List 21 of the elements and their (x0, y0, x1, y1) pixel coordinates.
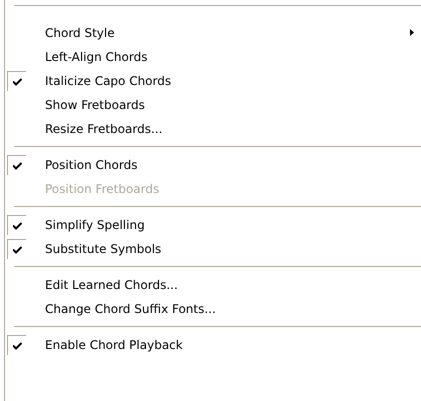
checkmark-icon (12, 246, 22, 254)
menu-item[interactable]: Simplify Spelling (45, 218, 145, 232)
menu-item[interactable]: Chord Style (45, 26, 115, 40)
menu-item[interactable]: Enable Chord Playback (45, 338, 183, 352)
menu-item[interactable]: Change Chord Suffix Fonts... (45, 302, 216, 316)
checkmark-icon (12, 342, 22, 350)
checkbox[interactable] (7, 215, 26, 235)
checkmark-icon (12, 222, 22, 230)
menu-item[interactable]: Resize Fretboards... (45, 122, 162, 136)
menu-item[interactable]: Substitute Symbols (45, 242, 162, 256)
checkmark-icon (12, 162, 22, 170)
menu-item[interactable]: Show Fretboards (45, 98, 145, 112)
menu-item[interactable]: Italicize Capo Chords (45, 74, 172, 88)
menu-item[interactable]: Edit Learned Chords... (45, 278, 178, 292)
checkbox[interactable] (7, 155, 26, 175)
checkmark-icon (12, 78, 22, 86)
checkbox[interactable] (7, 335, 26, 355)
checkbox[interactable] (7, 71, 26, 91)
menu-item[interactable]: Left-Align Chords (45, 50, 148, 64)
checkbox[interactable] (7, 239, 26, 259)
menu-item[interactable]: Position Chords (45, 158, 138, 172)
